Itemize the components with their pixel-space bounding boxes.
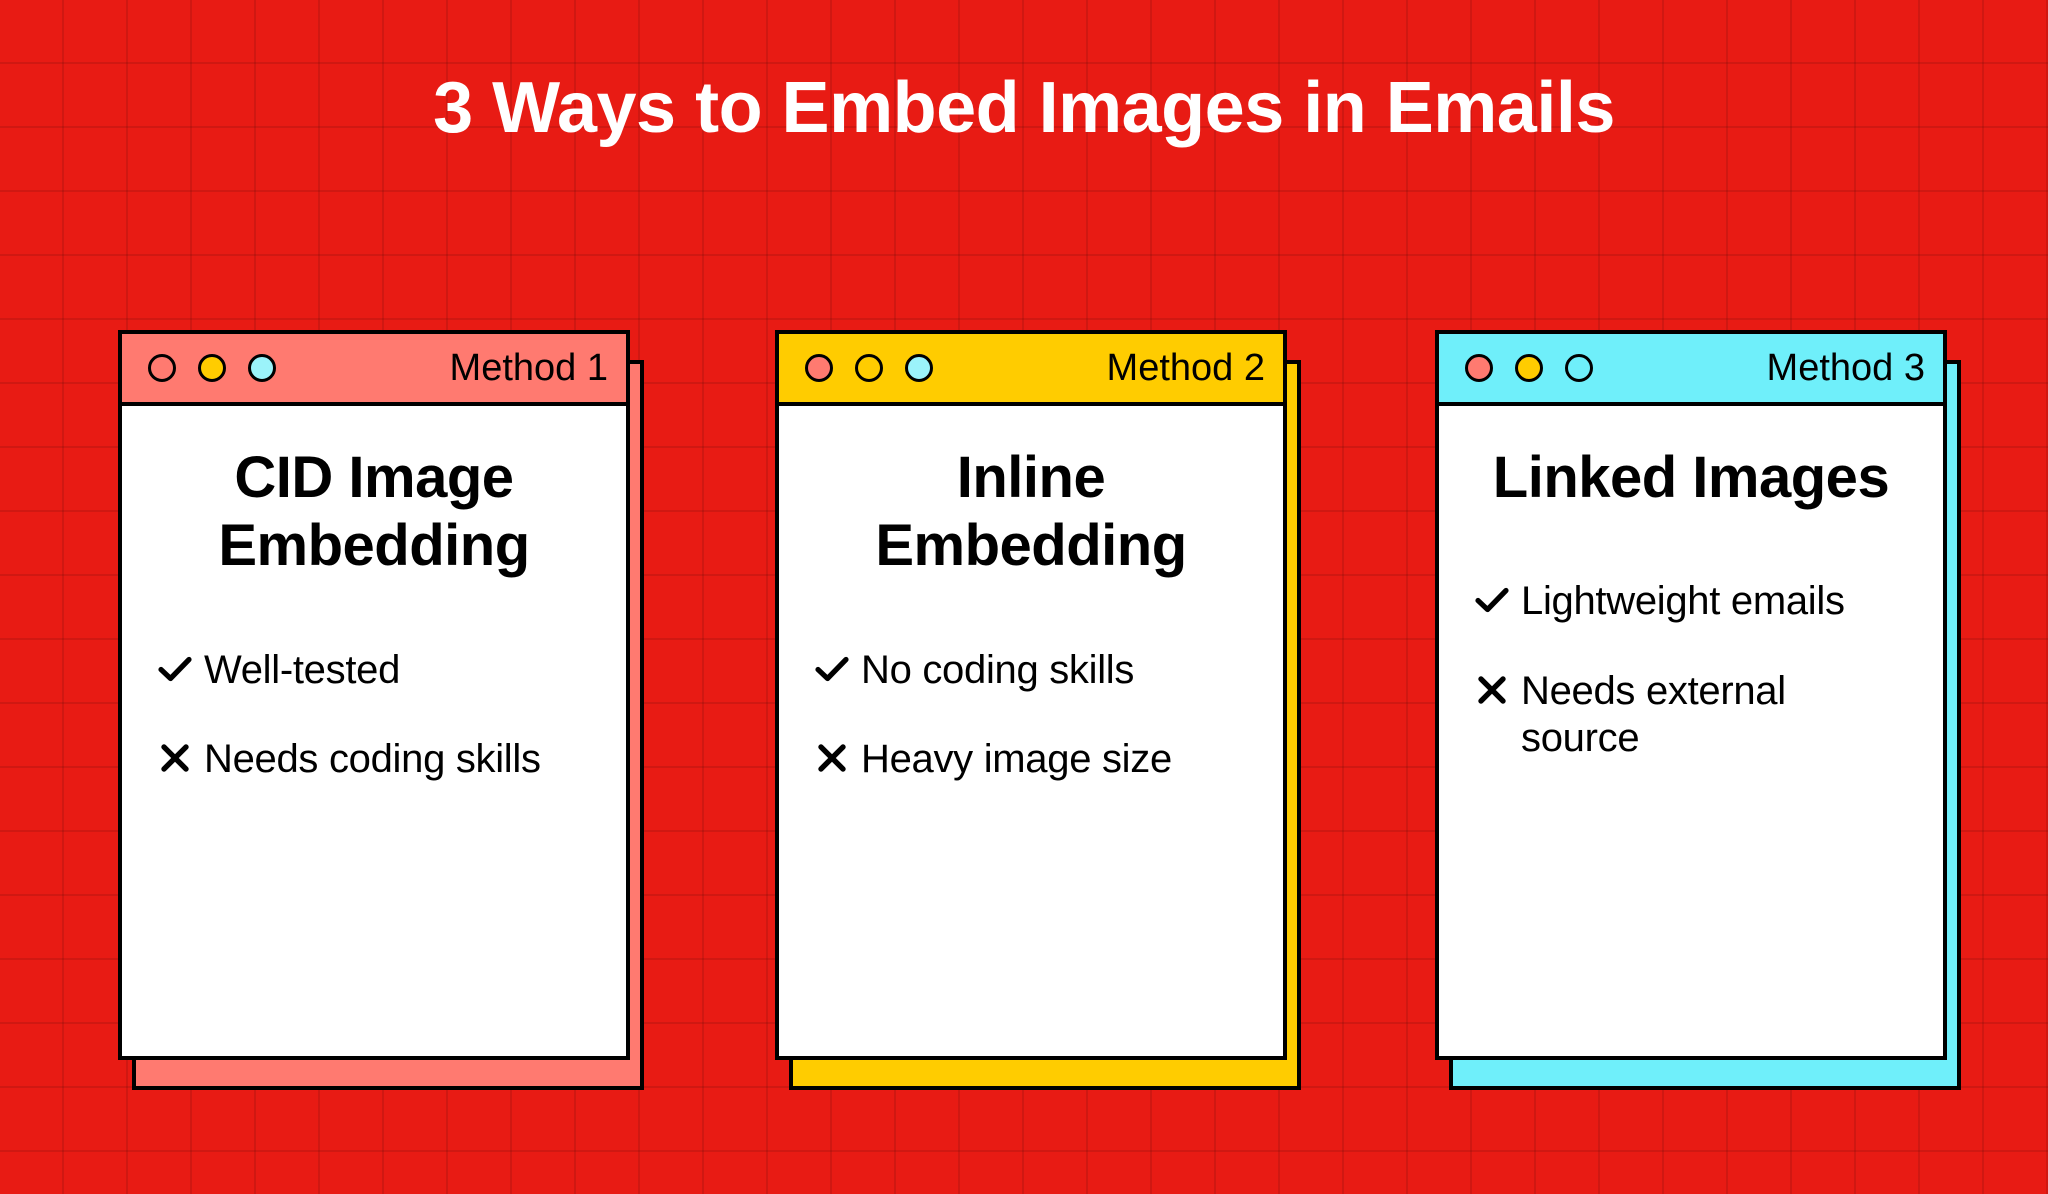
card-method-title: Linked Images: [1492, 445, 1890, 510]
maximize-dot-icon[interactable]: [905, 354, 933, 382]
card-title-bar: Method 1: [122, 334, 626, 406]
card-body: CID Image Embedding Well-tested Needs codi…: [122, 406, 626, 1056]
bullet-text: Needs coding skills: [204, 737, 541, 782]
window-controls: [805, 354, 933, 382]
card-bullet-list: Well-tested Needs coding skills: [158, 647, 590, 783]
maximize-dot-icon[interactable]: [248, 354, 276, 382]
card-bullet-list: No coding skills Heavy image size: [815, 647, 1247, 783]
method-card-3: Method 3 Linked Images Lightweight emails N…: [1435, 330, 1961, 1090]
cross-icon: [1475, 668, 1509, 712]
minimize-dot-icon[interactable]: [1515, 354, 1543, 382]
card-body: Linked Images Lightweight emails Needs ext…: [1439, 406, 1943, 1056]
close-dot-icon[interactable]: [1465, 354, 1493, 382]
bullet-item: Well-tested: [158, 647, 590, 694]
close-dot-icon[interactable]: [805, 354, 833, 382]
card-window: Method 1 CID Image Embedding Well-tested Ne…: [118, 330, 630, 1060]
bullet-item: Heavy image size: [815, 736, 1247, 783]
card-window: Method 3 Linked Images Lightweight emails N…: [1435, 330, 1947, 1060]
card-header-label: Method 3: [1766, 347, 1925, 389]
bullet-text: Well-tested: [204, 647, 401, 692]
bullet-item: Needs external source: [1475, 668, 1907, 762]
window-controls: [148, 354, 276, 382]
bullet-text: Lightweight emails: [1521, 579, 1845, 624]
cross-icon: [815, 736, 849, 780]
method-card-1: Method 1 CID Image Embedding Well-tested Ne…: [118, 330, 644, 1090]
minimize-dot-icon[interactable]: [198, 354, 226, 382]
check-icon: [158, 647, 192, 691]
card-body: Inline Embedding No coding skills Heavy im…: [779, 406, 1283, 1056]
card-header-label: Method 2: [1106, 347, 1265, 389]
close-dot-icon[interactable]: [148, 354, 176, 382]
bullet-text: Heavy image size: [861, 737, 1172, 782]
card-method-title: CID Image Embedding: [218, 445, 530, 579]
method-cards-row: Method 1 CID Image Embedding Well-tested Ne…: [0, 330, 2048, 1090]
card-title-bar: Method 2: [779, 334, 1283, 406]
cross-icon: [158, 736, 192, 780]
card-header-label: Method 1: [449, 347, 608, 389]
window-controls: [1465, 354, 1593, 382]
card-title-bar: Method 3: [1439, 334, 1943, 406]
card-bullet-list: Lightweight emails Needs external source: [1475, 578, 1907, 762]
bullet-text: No coding skills: [861, 647, 1135, 692]
check-icon: [1475, 578, 1509, 622]
bullet-item: No coding skills: [815, 647, 1247, 694]
check-icon: [815, 647, 849, 691]
minimize-dot-icon[interactable]: [855, 354, 883, 382]
bullet-item: Needs coding skills: [158, 736, 590, 783]
page-title: 3 Ways to Embed Images in Emails: [433, 68, 1615, 148]
card-window: Method 2 Inline Embedding No coding skills…: [775, 330, 1287, 1060]
card-method-title: Inline Embedding: [875, 445, 1187, 579]
method-card-2: Method 2 Inline Embedding No coding skills…: [775, 330, 1301, 1090]
bullet-item: Lightweight emails: [1475, 578, 1907, 625]
bullet-text: Needs external source: [1521, 668, 1786, 760]
maximize-dot-icon[interactable]: [1565, 354, 1593, 382]
